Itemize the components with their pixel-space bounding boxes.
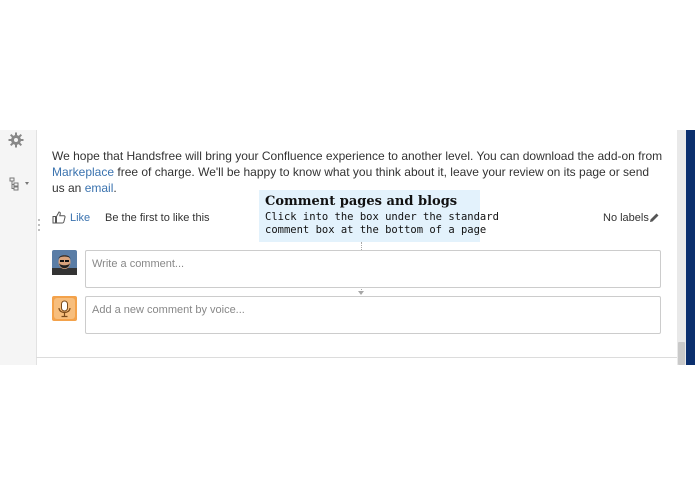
gear-icon[interactable] [8,132,24,148]
pencil-icon[interactable] [649,212,660,223]
voice-comment-input[interactable]: Add a new comment by voice... [85,296,661,334]
marketplace-link[interactable]: Markeplace [52,165,114,179]
scrollbar-track[interactable] [677,130,686,365]
thumbs-up-icon [52,211,66,224]
like-status-text: Be the first to like this [105,212,210,224]
page-tree-icon[interactable] [9,177,31,191]
write-comment-input[interactable]: Write a comment... [85,250,661,288]
right-edge [677,130,695,365]
like-label: Like [70,212,91,224]
window-border [686,130,695,365]
write-comment-placeholder: Write a comment... [92,258,185,270]
tooltip-line-1: Click into the box under the standard [265,211,499,223]
drag-handle-icon[interactable] [36,218,42,232]
confluence-page-frame: We hope that Handsfree will bring your C… [0,130,695,365]
tooltip-arrow [358,291,364,295]
email-link[interactable]: email [85,181,114,195]
scrollbar-thumb[interactable] [678,342,685,365]
microphone-icon[interactable] [52,296,77,321]
body-text-part1: We hope that Handsfree will bring your C… [52,149,663,163]
labels-text: No labels [603,212,649,224]
user-avatar[interactable] [52,250,77,275]
page-bottom-divider [36,357,677,358]
tooltip-title: Comment pages and blogs [265,194,458,209]
tooltip-line-2: comment box at the bottom of a page [265,224,487,236]
left-sidebar [0,130,37,365]
tooltip-body: Click into the box under the standard co… [265,211,499,237]
body-text-part3: . [113,181,117,195]
voice-comment-placeholder: Add a new comment by voice... [92,304,245,316]
feature-tooltip: Comment pages and blogs Click into the b… [259,190,499,242]
page-body-text: We hope that Handsfree will bring your C… [52,148,664,196]
